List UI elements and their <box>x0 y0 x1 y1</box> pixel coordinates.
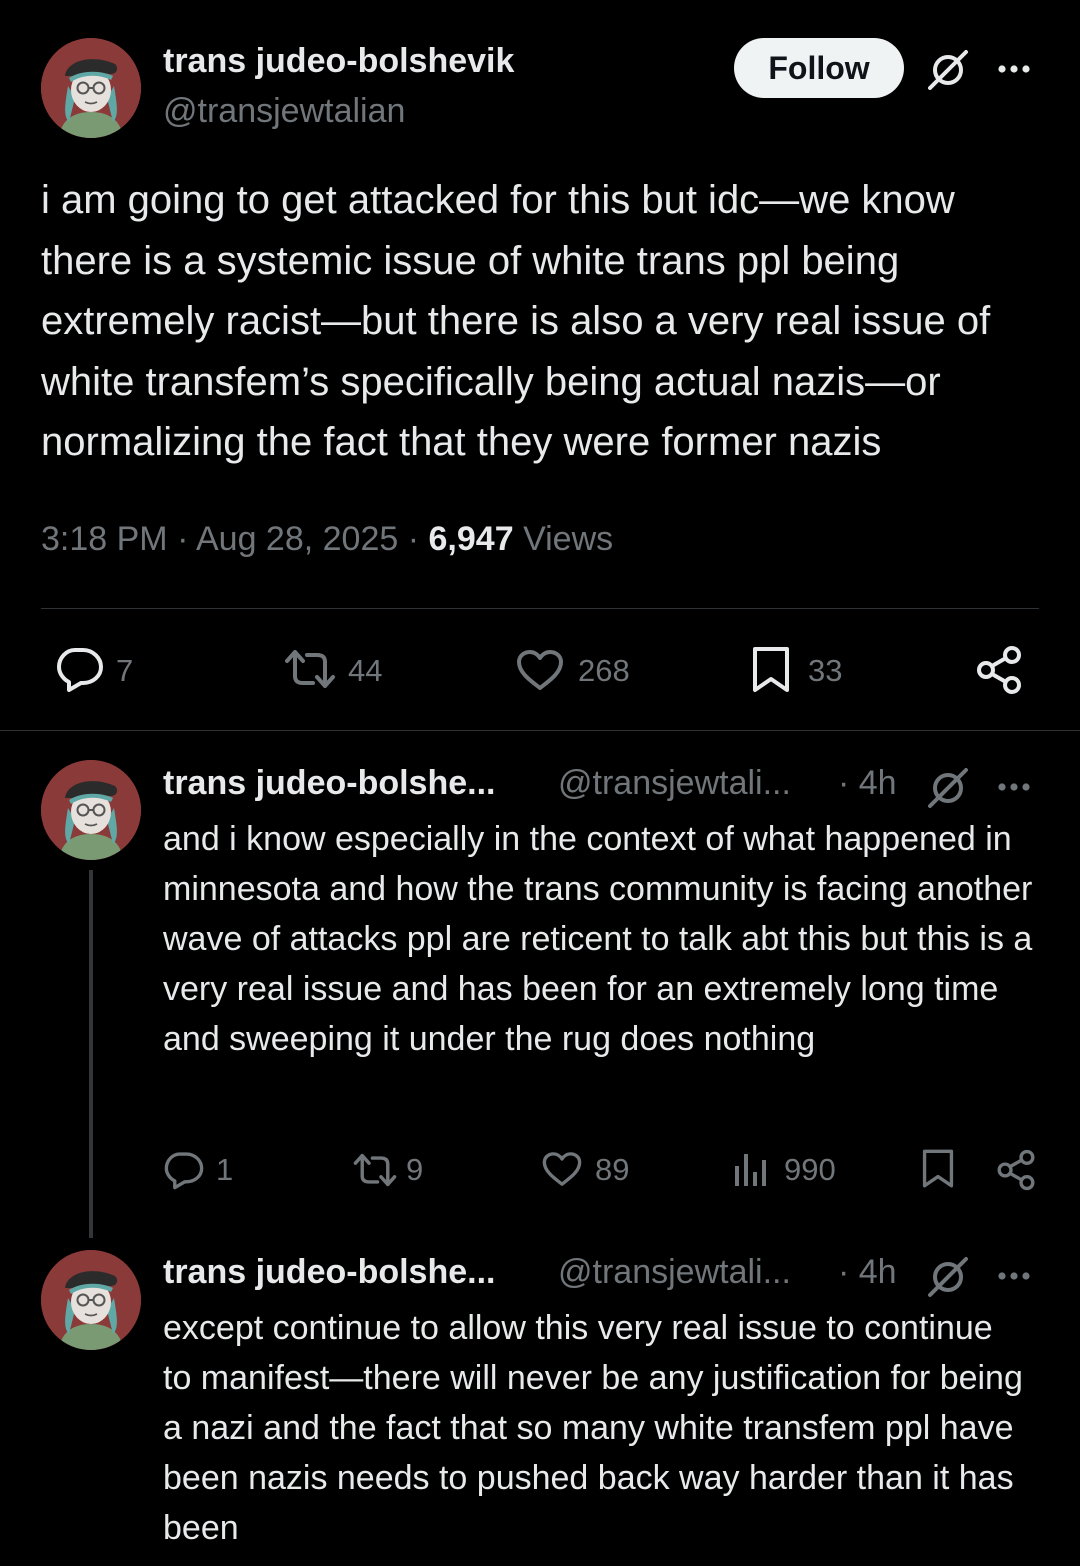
author-display-name[interactable]: trans judeo-bolshevik <box>163 42 514 81</box>
reply-text: except continue to allow this very real … <box>163 1309 1023 1547</box>
bookmark-icon[interactable] <box>750 645 792 695</box>
share-icon[interactable] <box>974 644 1024 696</box>
views-label: Views <box>523 520 614 558</box>
grok-icon[interactable] <box>926 1255 970 1299</box>
reply-count: 7 <box>116 653 134 688</box>
tweet-date[interactable]: Aug 28, 2025 <box>196 520 398 558</box>
repost-icon[interactable] <box>352 1152 398 1188</box>
grok-icon[interactable] <box>926 48 970 92</box>
author-handle[interactable]: @transjewtalian <box>163 92 405 131</box>
thread-divider <box>0 730 1080 731</box>
tweet-meta: 3:18 PM · Aug 28, 2025 · 6,947 Views <box>41 520 614 558</box>
avatar[interactable] <box>41 760 141 860</box>
like-count: 268 <box>578 653 630 688</box>
repost-icon[interactable] <box>283 648 337 690</box>
reply-display-name[interactable]: trans judeo-bolshe... <box>163 764 495 803</box>
reply-icon[interactable] <box>163 1150 205 1190</box>
heart-icon[interactable] <box>515 648 565 692</box>
reply-text: and i know especially in the context of … <box>163 820 1033 1058</box>
more-icon[interactable] <box>995 54 1035 84</box>
avatar[interactable] <box>41 38 141 138</box>
bookmark-icon[interactable] <box>920 1148 956 1190</box>
like-count: 89 <box>595 1152 630 1187</box>
reply-age[interactable]: · 4h <box>838 1253 897 1292</box>
thread-line <box>89 870 93 1238</box>
share-icon[interactable] <box>995 1148 1037 1192</box>
grok-icon[interactable] <box>926 766 970 810</box>
reply-handle[interactable]: @transjewtali... <box>558 764 791 803</box>
bookmark-count: 33 <box>808 653 843 688</box>
repost-count: 44 <box>348 653 383 688</box>
more-icon[interactable] <box>995 772 1035 802</box>
avatar[interactable] <box>41 1250 141 1350</box>
reply-age[interactable]: · 4h <box>838 764 897 803</box>
repost-count: 9 <box>406 1152 424 1187</box>
tweet-time[interactable]: 3:18 PM <box>41 520 168 558</box>
reply-handle[interactable]: @transjewtali... <box>558 1253 791 1292</box>
views-count: 6,947 <box>428 520 514 558</box>
reply-display-name[interactable]: trans judeo-bolshe... <box>163 1253 495 1292</box>
follow-button[interactable]: Follow <box>734 38 904 98</box>
heart-icon[interactable] <box>541 1150 583 1188</box>
more-icon[interactable] <box>995 1261 1035 1291</box>
views-icon[interactable] <box>733 1150 769 1188</box>
divider <box>41 608 1039 609</box>
reply-count: 1 <box>216 1152 234 1187</box>
reply-icon[interactable] <box>55 646 105 692</box>
views-count: 990 <box>784 1152 836 1187</box>
tweet-text: i am going to get attacked for this but … <box>41 178 991 464</box>
